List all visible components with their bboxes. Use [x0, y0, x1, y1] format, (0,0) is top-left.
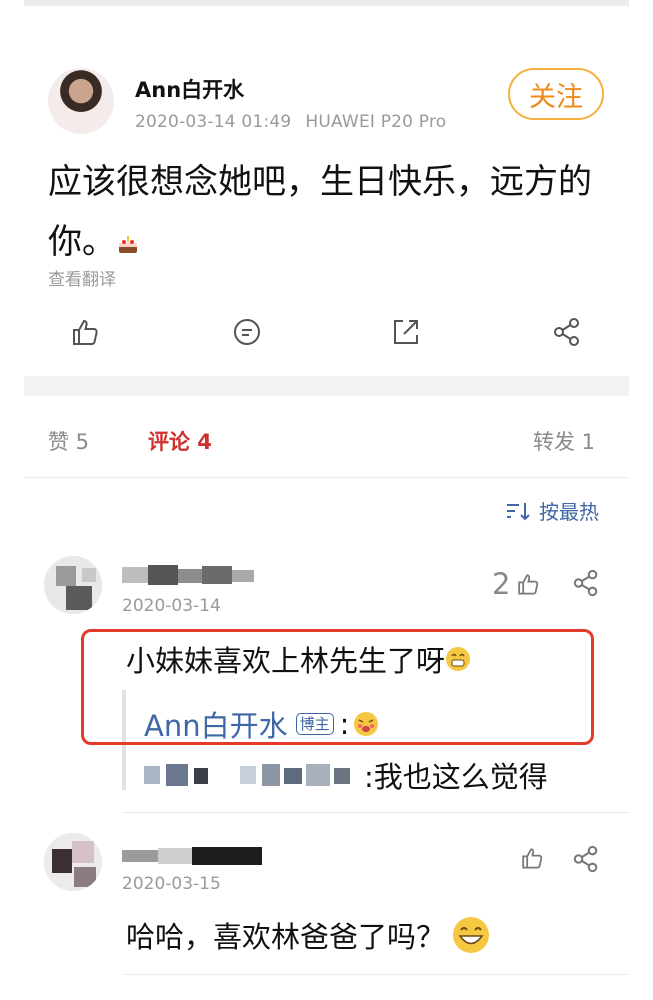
share-icon[interactable]: [572, 845, 600, 873]
top-divider: [24, 0, 629, 6]
like-thumb-icon[interactable]: [70, 317, 100, 347]
reply2-author-blurred[interactable]: [144, 760, 364, 790]
comment-text-content: 哈哈，喜欢林爸爸了吗？: [126, 920, 446, 954]
comment-date: 2020-03-14: [122, 596, 221, 616]
comment-like[interactable]: 2: [492, 567, 540, 601]
sort-label: 按最热: [539, 500, 599, 524]
commenter-avatar[interactable]: [44, 833, 102, 891]
thumb-up-icon[interactable]: [520, 846, 544, 870]
thumb-up-icon: [518, 574, 539, 595]
post-meta: 2020-03-14 01:49 HUAWEI P20 Pro: [135, 112, 460, 132]
follow-button[interactable]: 关注: [508, 68, 604, 120]
highlight-frame: [81, 629, 594, 745]
section-divider: [24, 376, 629, 396]
tab-comments[interactable]: 评论 4: [148, 426, 212, 456]
tab-likes[interactable]: 赞 5: [48, 426, 89, 456]
post-timestamp: 2020-03-14 01:49: [135, 112, 292, 132]
commenter-name-blurred[interactable]: [122, 564, 258, 586]
commenter-avatar[interactable]: [44, 556, 102, 614]
author-name[interactable]: Ann白开水: [135, 74, 244, 104]
tab-reposts[interactable]: 转发 1: [533, 426, 595, 456]
share-icon[interactable]: [572, 569, 600, 597]
reply-2[interactable]: :我也这么觉得: [144, 754, 548, 796]
comment-divider: [122, 812, 629, 813]
comment-divider: [122, 974, 629, 975]
post-device: HUAWEI P20 Pro: [305, 112, 447, 132]
commenter-name-blurred[interactable]: [122, 845, 266, 867]
comment-text: 哈哈，喜欢林爸爸了吗？: [126, 914, 491, 956]
repost-icon[interactable]: [391, 317, 421, 347]
share-icon[interactable]: [552, 317, 582, 347]
translate-link[interactable]: 查看翻译: [48, 265, 116, 290]
tabs-divider: [24, 477, 629, 478]
author-avatar[interactable]: [48, 68, 114, 134]
comment-like-count: 2: [492, 567, 511, 601]
comment-bubble-icon[interactable]: [232, 317, 262, 347]
comment-date: 2020-03-15: [122, 874, 221, 894]
sort-hot-button[interactable]: 按最热: [505, 496, 599, 525]
reply2-text: :我也这么觉得: [364, 760, 548, 794]
sort-icon: [507, 502, 530, 520]
laugh-emoji-icon: [453, 917, 490, 953]
cake-emoji-icon: [119, 235, 137, 253]
post-text: 应该很想念她吧，生日快乐，远方的你。: [48, 152, 618, 272]
